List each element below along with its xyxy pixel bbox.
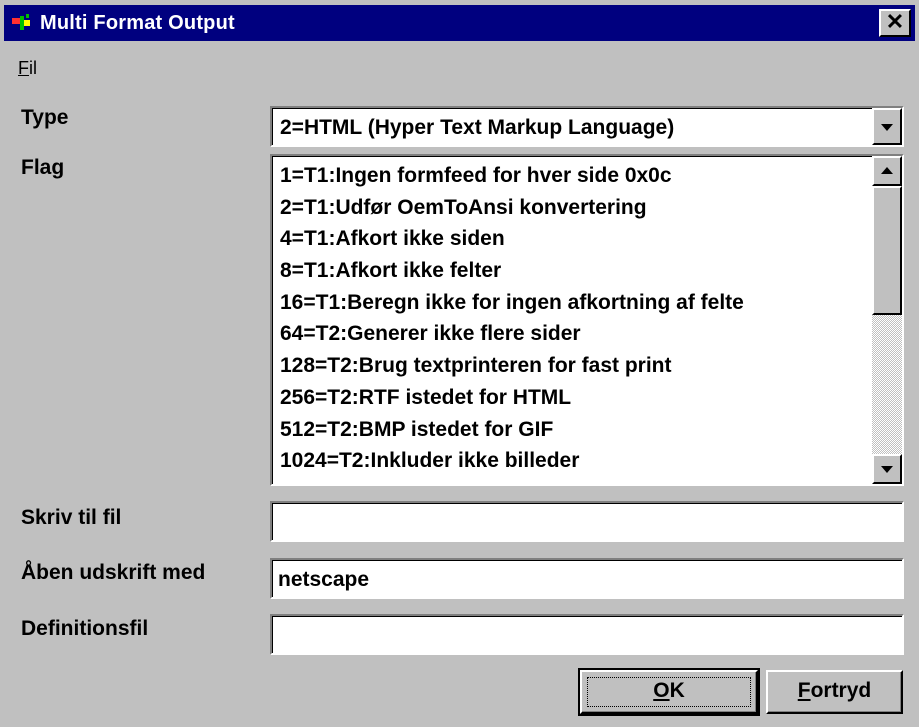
scroll-thumb[interactable] [872,186,902,315]
type-combobox[interactable]: 2=HTML (Hyper Text Markup Language) [270,106,904,147]
dialog-window: Multi Format Output ✕ Fil Type 2=HTML (H… [0,0,919,727]
list-item[interactable]: 8=T1:Afkort ikke felter [280,257,744,289]
flag-label: Flag [21,156,65,179]
flag-list: 1=T1:Ingen formfeed for hver side 0x0c 2=… [280,162,744,479]
write-to-file-label: Skriv til fil [21,506,122,529]
type-value: 2=HTML (Hyper Text Markup Language) [280,116,675,139]
arrow-up-icon [881,167,893,174]
list-item[interactable]: 512=T2:BMP istedet for GIF [280,416,744,448]
type-dropdown-button[interactable] [872,108,902,145]
app-icon [12,14,30,30]
scroll-down-button[interactable] [872,454,902,484]
list-item[interactable]: 256=T2:RTF istedet for HTML [280,384,744,416]
open-with-input[interactable]: netscape [270,558,904,599]
focus-rect [587,677,751,707]
cancel-button[interactable]: Fortryd [766,670,903,714]
open-with-label: Åben udskrift med [21,561,206,584]
list-item[interactable]: 64=T2:Generer ikke flere sider [280,320,744,352]
close-icon: ✕ [885,9,905,34]
window-title: Multi Format Output [40,12,235,34]
close-button[interactable]: ✕ [879,9,911,37]
scroll-up-button[interactable] [872,156,902,186]
list-item[interactable]: 4=T1:Afkort ikke siden [280,225,744,257]
menu-bar: Fil [18,58,37,79]
list-item[interactable]: 128=T2:Brug textprinteren for fast print [280,352,744,384]
title-bar[interactable]: Multi Format Output ✕ [4,5,915,41]
arrow-down-icon [881,466,893,473]
menu-item-fil[interactable]: Fil [18,58,37,78]
chevron-down-icon [881,123,893,131]
definition-file-label: Definitionsfil [21,617,149,640]
list-item[interactable]: 16=T1:Beregn ikke for ingen afkortning a… [280,289,744,321]
flag-listbox[interactable]: 1=T1:Ingen formfeed for hver side 0x0c 2=… [270,154,904,486]
write-to-file-input[interactable] [270,501,904,542]
flag-scrollbar[interactable] [872,156,902,484]
open-with-value: netscape [278,568,370,591]
list-item[interactable]: 1=T1:Ingen formfeed for hver side 0x0c [280,162,744,194]
ok-button[interactable]: OK [578,668,760,716]
list-item[interactable]: 2=T1:Udfør OemToAnsi konvertering [280,194,744,226]
list-item[interactable]: 1024=T2:Inkluder ikke billeder [280,447,744,479]
definition-file-input[interactable] [270,614,904,655]
type-label: Type [21,106,69,129]
